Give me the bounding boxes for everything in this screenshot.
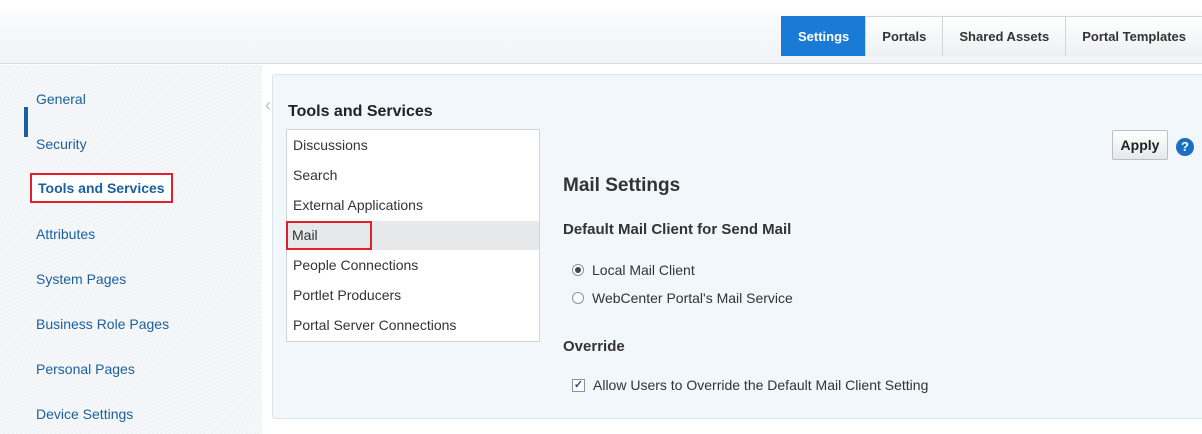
page-title: Mail Settings [563,175,681,196]
tools-section-title: Tools and Services [288,103,433,120]
list-item-discussions[interactable]: Discussions [293,137,368,153]
sidebar-item-general[interactable]: General [36,91,86,107]
list-item-people-connections[interactable]: People Connections [293,257,418,273]
top-header: Settings Portals Shared Assets Portal Te… [0,0,1202,64]
radio-webcenter-mail-service[interactable]: WebCenter Portal's Mail Service [572,290,793,306]
sidebar-selection-marker [24,107,28,137]
chevron-left-icon[interactable]: ‹ [265,96,277,114]
radio-local-mail-client[interactable]: Local Mail Client [572,262,695,278]
radio-label: WebCenter Portal's Mail Service [592,290,793,306]
radio-checked-icon[interactable] [572,264,584,276]
list-item-portal-server-connections[interactable]: Portal Server Connections [293,317,456,333]
sidebar-item-attributes[interactable]: Attributes [36,226,95,242]
tab-portal-templates[interactable]: Portal Templates [1065,16,1202,56]
sidebar-item-security[interactable]: Security [36,136,87,152]
sidebar-item-business-role-pages[interactable]: Business Role Pages [36,316,169,332]
override-checkbox-label: Allow Users to Override the Default Mail… [593,377,929,393]
sidebar-item-personal-pages[interactable]: Personal Pages [36,361,135,377]
list-item-search[interactable]: Search [293,167,337,183]
apply-button[interactable]: Apply [1112,130,1168,160]
help-icon[interactable]: ? [1176,138,1194,156]
tab-shared-assets[interactable]: Shared Assets [942,16,1066,56]
sidebar-item-tools-and-services[interactable]: Tools and Services [30,173,173,203]
top-tabs: Settings Portals Shared Assets Portal Te… [780,16,1202,56]
list-item-portlet-producers[interactable]: Portlet Producers [293,287,401,303]
mail-highlight-box [286,221,372,250]
radio-label: Local Mail Client [592,262,695,278]
checkbox-checked-icon[interactable]: ✓ [572,378,585,392]
override-heading: Override [563,338,625,355]
sidebar-item-device-settings[interactable]: Device Settings [36,406,133,422]
sidebar-item-system-pages[interactable]: System Pages [36,271,126,287]
radio-unchecked-icon[interactable] [572,292,584,304]
tab-portals[interactable]: Portals [865,16,943,56]
default-client-heading: Default Mail Client for Send Mail [563,221,792,238]
sidebar [0,65,262,434]
list-item-external-applications[interactable]: External Applications [293,197,423,213]
override-checkbox-row[interactable]: ✓ Allow Users to Override the Default Ma… [572,377,928,393]
tab-settings[interactable]: Settings [780,16,866,56]
